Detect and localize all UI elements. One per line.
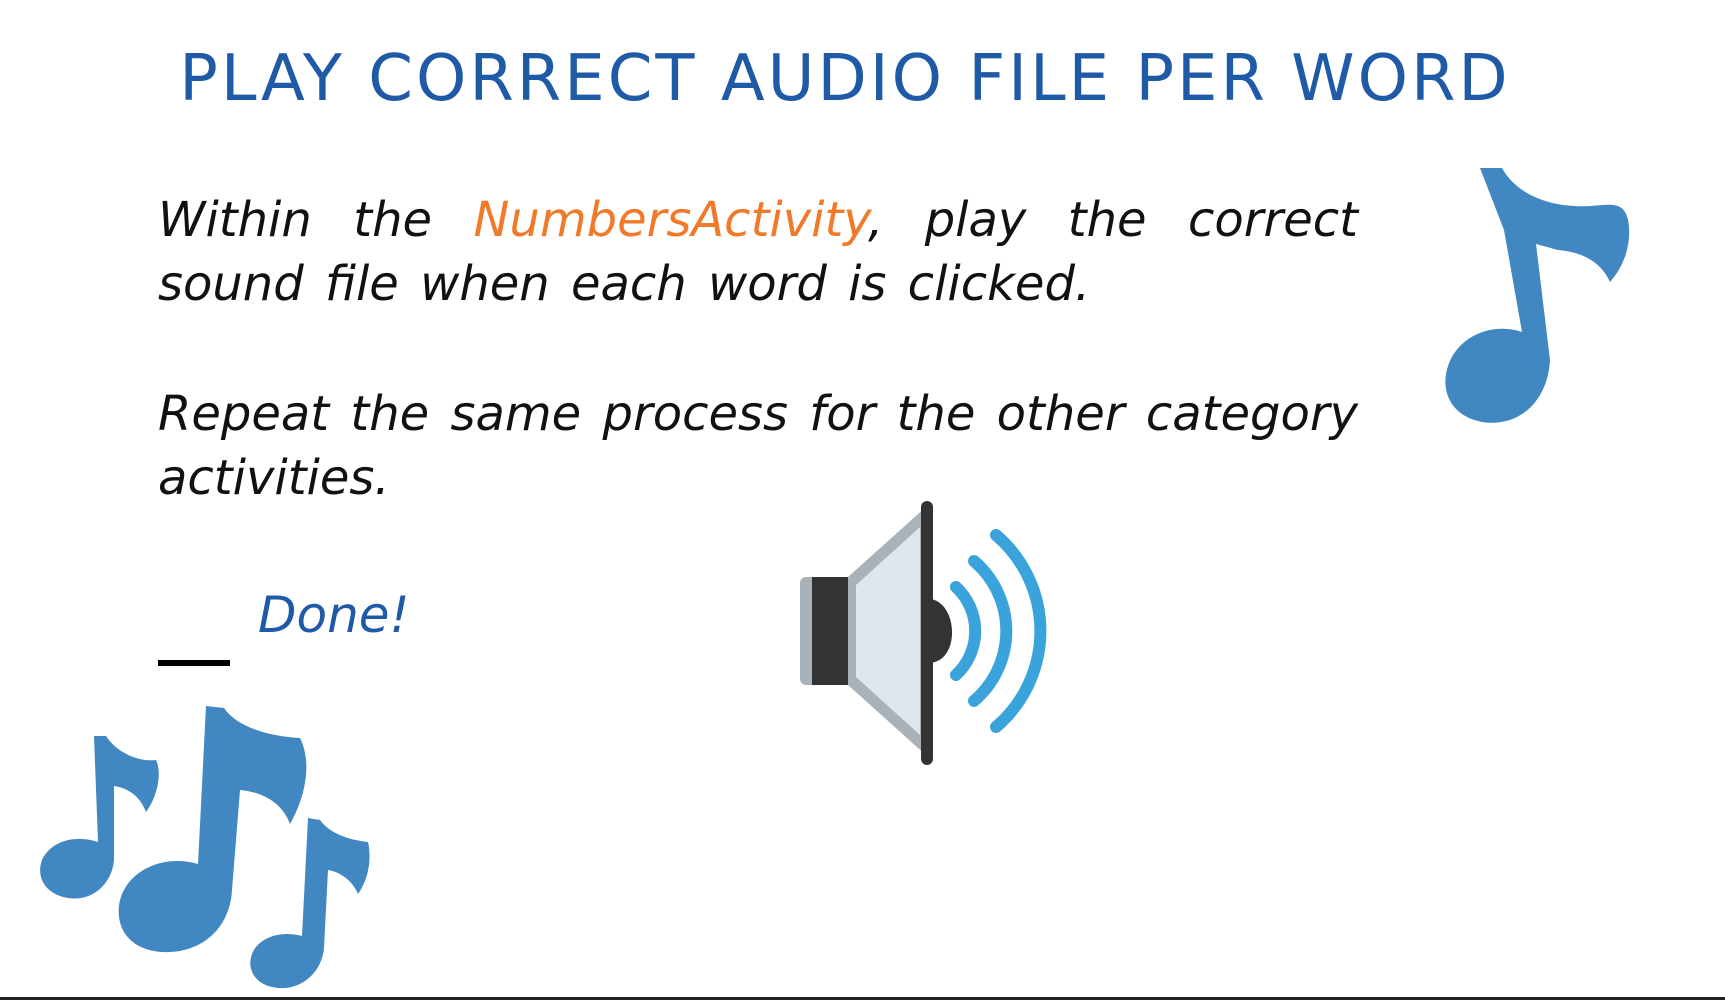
checklist-blank xyxy=(158,660,230,666)
repeat-paragraph: Repeat the same process for the other ca… xyxy=(158,386,1358,506)
speaker-volume-icon xyxy=(800,501,1047,765)
done-label: Done! xyxy=(258,586,410,644)
music-notes-icon xyxy=(40,706,370,989)
music-note-icon xyxy=(1445,168,1630,423)
class-name-highlight: NumbersActivity xyxy=(473,192,868,248)
instruction-paragraph: Within the NumbersActivity, play the cor… xyxy=(158,188,1358,316)
slide-title: PLAY CORRECT AUDIO FILE PER WORD xyxy=(179,42,1511,116)
paragraph-prefix: Within the xyxy=(158,192,474,248)
